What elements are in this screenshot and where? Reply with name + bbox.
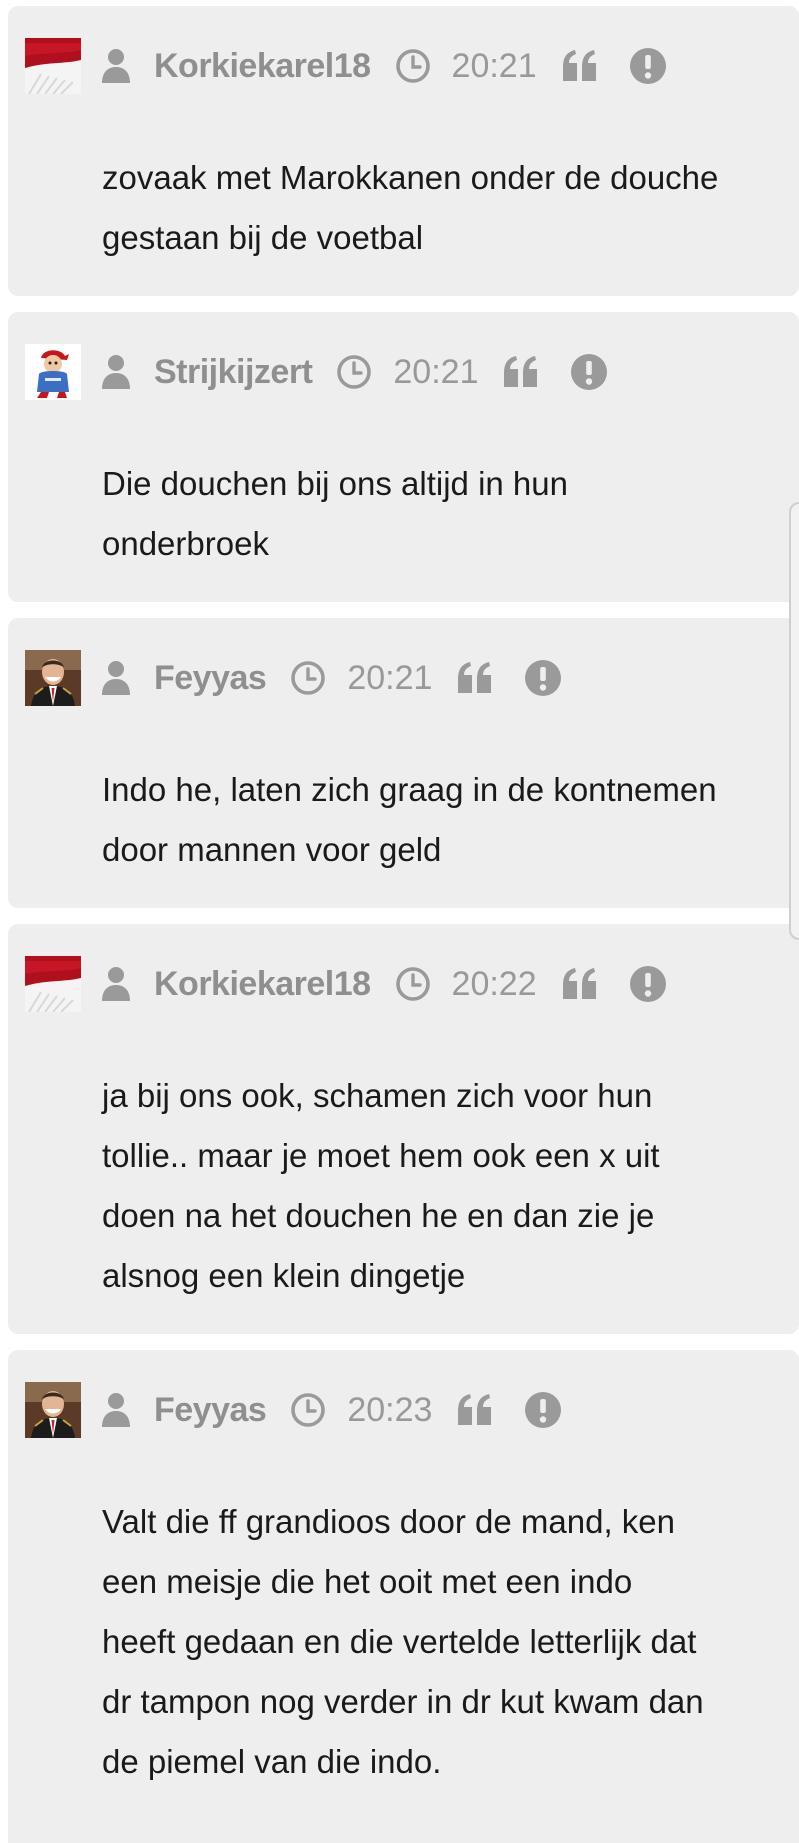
flag-avatar-icon [25, 956, 81, 1012]
clock-icon [290, 660, 326, 696]
quote-icon[interactable] [561, 49, 599, 83]
username[interactable]: Korkiekarel18 [154, 965, 371, 1004]
comment-text: zovaak met Marokkanen onder de douche ge… [102, 148, 779, 268]
user-avatar[interactable] [25, 650, 81, 706]
user-icon [100, 966, 132, 1002]
quote-icon[interactable] [456, 661, 494, 695]
comment-text: ja bij ons ook, schamen zich voor hun to… [102, 1066, 779, 1306]
cartoon-avatar-icon [25, 344, 81, 400]
comment-meta: Feyyas 20:23 [25, 1380, 562, 1440]
comment-line: ja bij ons ook, schamen zich voor hun [102, 1077, 653, 1114]
comment-line: onderbroek [102, 525, 269, 562]
report-icon[interactable] [524, 1391, 562, 1429]
comment-line: gestaan bij de voetbal [102, 219, 424, 256]
clock-icon [395, 48, 431, 84]
post-time: 20:22 [451, 964, 537, 1003]
comment-line: een meisje die het ooit met een indo [102, 1563, 633, 1600]
report-icon[interactable] [570, 353, 608, 391]
comment-line: alsnog een klein dingetje [102, 1257, 466, 1294]
clock-icon [290, 1392, 326, 1428]
comment-meta: Strijkijzert 20:21 [25, 342, 608, 402]
comment-card: Feyyas 20:21 Indo he, laten zich graag i… [8, 618, 799, 908]
scrollbar-thumb[interactable] [789, 502, 799, 940]
report-icon[interactable] [629, 965, 667, 1003]
post-time: 20:21 [393, 352, 479, 391]
comment-line: Die douchen bij ons altijd in hun [102, 465, 568, 502]
comment-line: dr tampon nog verder in dr kut kwam dan [102, 1683, 704, 1720]
report-icon[interactable] [524, 659, 562, 697]
post-time: 20:23 [347, 1390, 433, 1429]
username[interactable]: Feyyas [154, 1391, 267, 1430]
user-icon [100, 660, 132, 696]
comment-card: Feyyas 20:23 Valt die ff grandioos door … [8, 1350, 799, 1843]
clock-icon [336, 354, 372, 390]
comment-meta: Korkiekarel18 20:21 [25, 36, 667, 96]
username[interactable]: Korkiekarel18 [154, 47, 371, 86]
user-avatar[interactable] [25, 1382, 81, 1438]
comment-line: door mannen voor geld [102, 831, 442, 868]
comment-text: Valt die ff grandioos door de mand, ken … [102, 1492, 779, 1792]
comment-meta: Korkiekarel18 20:22 [25, 954, 667, 1014]
user-icon [100, 1392, 132, 1428]
username[interactable]: Feyyas [154, 659, 267, 698]
clock-icon [395, 966, 431, 1002]
user-avatar[interactable] [25, 956, 81, 1012]
user-icon [100, 48, 132, 84]
comment-line: Indo he, laten zich graag in de kontneme… [102, 771, 717, 808]
comment-meta: Feyyas 20:21 [25, 648, 562, 708]
comment-line: zovaak met Marokkanen onder de douche [102, 159, 719, 196]
username[interactable]: Strijkijzert [154, 353, 313, 392]
comment-text: Die douchen bij ons altijd in hun onderb… [102, 454, 779, 574]
post-time: 20:21 [347, 658, 433, 697]
quote-icon[interactable] [456, 1393, 494, 1427]
comment-card: Strijkijzert 20:21 Die douchen bij ons a… [8, 312, 799, 602]
portrait-avatar-icon [25, 650, 81, 706]
quote-icon[interactable] [561, 967, 599, 1001]
comment-line: Valt die ff grandioos door de mand, ken [102, 1503, 675, 1540]
comment-line: doen na het douchen he en dan zie je [102, 1197, 655, 1234]
report-icon[interactable] [629, 47, 667, 85]
comment-line: heeft gedaan en die vertelde letterlijk … [102, 1623, 697, 1660]
comment-card: Korkiekarel18 20:22 ja bij ons ook, scha… [8, 924, 799, 1334]
comment-card: Korkiekarel18 20:21 zovaak met Marokkane… [8, 6, 799, 296]
user-avatar[interactable] [25, 344, 81, 400]
quote-icon[interactable] [502, 355, 540, 389]
comment-line: tollie.. maar je moet hem ook een x uit [102, 1137, 660, 1174]
post-time: 20:21 [451, 46, 537, 85]
user-icon [100, 354, 132, 390]
user-avatar[interactable] [25, 38, 81, 94]
flag-avatar-icon [25, 38, 81, 94]
comment-text: Indo he, laten zich graag in de kontneme… [102, 760, 779, 880]
comment-line: de piemel van die indo. [102, 1743, 442, 1780]
portrait-avatar-icon [25, 1382, 81, 1438]
